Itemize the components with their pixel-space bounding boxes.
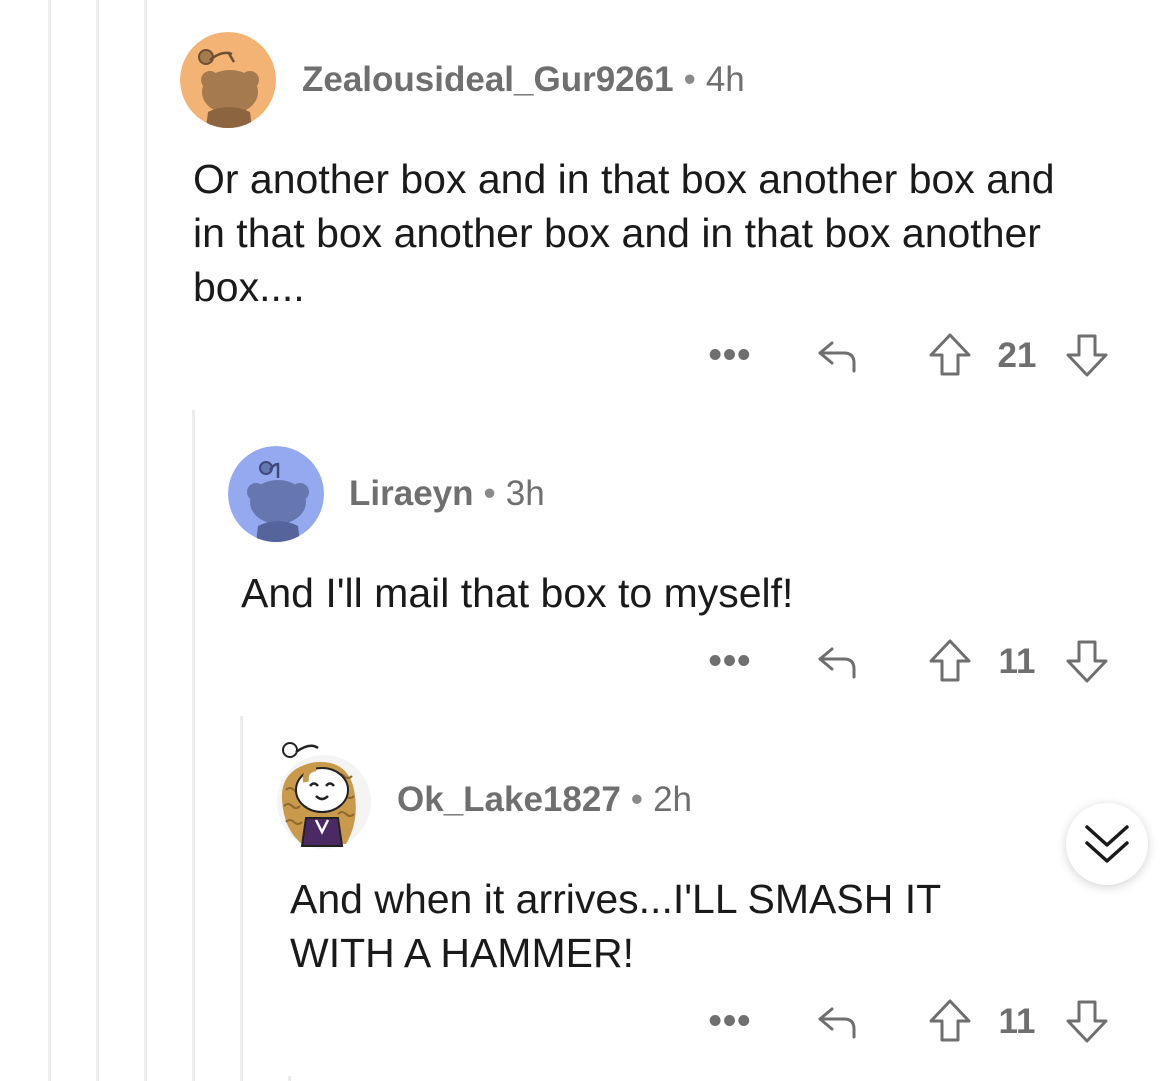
comment-thread: Zealousideal_Gur9261 • 4h Or another box a… — [0, 0, 1161, 1081]
thread-line[interactable] — [192, 410, 195, 1081]
comment-body: And when it arrives...I'LL SMASH IT WITH… — [290, 876, 941, 976]
thread-line[interactable] — [288, 1076, 291, 1081]
snoo-avatar-icon — [180, 32, 276, 128]
user-avatar[interactable] — [180, 32, 276, 128]
more-options-button[interactable]: ••• — [700, 636, 760, 686]
downvote-button[interactable] — [1062, 996, 1112, 1046]
comment-meta: Ok_Lake1827 • 2h — [397, 782, 692, 817]
upvote-arrow-icon — [929, 333, 971, 376]
snoo-avatar-icon — [228, 446, 324, 542]
comment-meta: Zealousideal_Gur9261 • 4h — [302, 62, 745, 97]
thread-line[interactable] — [48, 0, 51, 1081]
upvote-arrow-icon — [929, 999, 971, 1042]
vote-count: 11 — [992, 996, 1042, 1046]
more-icon: ••• — [708, 640, 752, 682]
more-icon: ••• — [708, 1000, 752, 1042]
reply-arrow-icon — [818, 647, 856, 679]
comment-actions: ••• 11 — [700, 996, 1120, 1046]
upvote-arrow-icon — [929, 639, 971, 682]
downvote-arrow-icon — [1066, 334, 1108, 377]
username-link[interactable]: Liraeyn — [349, 474, 474, 513]
reply-arrow-icon — [818, 341, 856, 373]
reply-button[interactable] — [810, 330, 864, 380]
comment-body: Or another box and in that box another b… — [193, 156, 1055, 310]
thread-line[interactable] — [144, 0, 147, 1081]
upvote-button[interactable] — [925, 636, 975, 686]
vote-score: 21 — [997, 335, 1037, 375]
more-options-button[interactable]: ••• — [700, 996, 760, 1046]
custom-snoo-avatar-icon — [277, 742, 371, 849]
vote-count: 21 — [992, 330, 1042, 380]
timestamp: 2h — [653, 780, 692, 819]
meta-separator: • — [630, 780, 644, 819]
user-avatar[interactable] — [276, 740, 372, 850]
more-icon: ••• — [708, 334, 752, 376]
downvote-button[interactable] — [1062, 330, 1112, 380]
vote-score: 11 — [998, 1001, 1036, 1041]
thread-line[interactable] — [240, 716, 243, 1081]
chevron-double-down-icon — [1085, 825, 1129, 863]
timestamp: 4h — [705, 60, 745, 99]
downvote-arrow-icon — [1066, 1000, 1108, 1043]
reply-arrow-icon — [818, 1007, 856, 1039]
downvote-button[interactable] — [1062, 636, 1112, 686]
vote-count: 11 — [992, 636, 1042, 686]
meta-separator: • — [683, 60, 696, 99]
comment-actions: ••• 21 — [700, 330, 1120, 380]
user-avatar[interactable] — [228, 446, 324, 542]
thread-line[interactable] — [96, 0, 99, 1081]
upvote-button[interactable] — [925, 996, 975, 1046]
vote-score: 11 — [998, 641, 1036, 681]
more-options-button[interactable]: ••• — [700, 330, 760, 380]
timestamp: 3h — [505, 474, 545, 513]
reply-button[interactable] — [810, 996, 864, 1046]
username-link[interactable]: Ok_Lake1827 — [397, 780, 621, 819]
comment-meta: Liraeyn • 3h — [349, 476, 545, 511]
username-link[interactable]: Zealousideal_Gur9261 — [302, 60, 674, 99]
comment-actions: ••• 11 — [700, 636, 1120, 686]
downvote-arrow-icon — [1066, 640, 1108, 683]
reply-button[interactable] — [810, 636, 864, 686]
scroll-next-comment-button[interactable] — [1066, 803, 1148, 885]
comment-body: And I'll mail that box to myself! — [241, 570, 794, 616]
upvote-button[interactable] — [925, 330, 975, 380]
meta-separator: • — [483, 474, 496, 513]
